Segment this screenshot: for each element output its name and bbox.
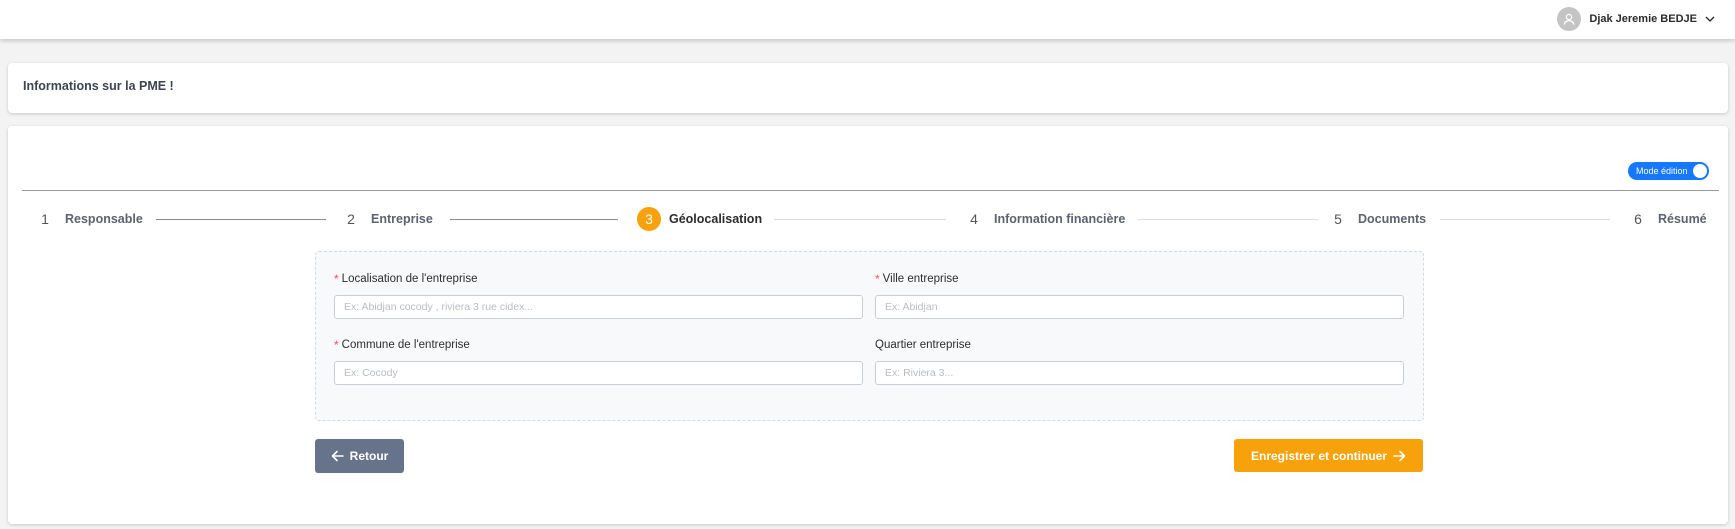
geolocation-form: * Localisation de l'entreprise * Ville e… bbox=[315, 251, 1424, 421]
edit-mode-toggle[interactable]: Mode édition bbox=[1628, 162, 1709, 180]
step-connector bbox=[156, 219, 326, 220]
quartier-input[interactable] bbox=[875, 361, 1404, 385]
step-label: Responsable bbox=[65, 212, 143, 226]
step-responsable[interactable]: 1 Responsable bbox=[33, 206, 143, 232]
field-ville: * Ville entreprise bbox=[875, 271, 1405, 319]
step-label: Entreprise bbox=[371, 212, 433, 226]
step-connector bbox=[1138, 219, 1318, 220]
user-menu[interactable]: Djak Jeremie BEDJE bbox=[1557, 6, 1715, 32]
localisation-label: Localisation de l'entreprise bbox=[341, 273, 478, 285]
save-continue-button[interactable]: Enregistrer et continuer bbox=[1234, 439, 1423, 472]
commune-label: Commune de l'entreprise bbox=[341, 339, 470, 351]
step-number: 1 bbox=[33, 207, 57, 231]
localisation-input[interactable] bbox=[334, 295, 863, 319]
step-number: 3 bbox=[637, 207, 661, 231]
ville-label: Ville entreprise bbox=[882, 273, 959, 285]
commune-input[interactable] bbox=[334, 361, 863, 385]
arrow-right-icon bbox=[1393, 450, 1406, 461]
field-label: * Ville entreprise bbox=[875, 271, 1405, 287]
step-label: Géolocalisation bbox=[669, 212, 763, 226]
top-navbar: Djak Jeremie BEDJE bbox=[0, 0, 1735, 39]
save-continue-label: Enregistrer et continuer bbox=[1250, 448, 1388, 463]
edit-mode-label: Mode édition bbox=[1636, 166, 1688, 176]
stepper: 1 Responsable 2 Entreprise 3 Géolocalisa… bbox=[8, 206, 1728, 232]
form-card: Mode édition 1 Responsable 2 Entreprise … bbox=[8, 126, 1728, 524]
field-label: * Commune de l'entreprise bbox=[334, 337, 864, 353]
step-connector bbox=[774, 219, 946, 220]
field-localisation: * Localisation de l'entreprise bbox=[334, 271, 864, 319]
step-information-financiere[interactable]: 4 Information financière bbox=[962, 206, 1125, 232]
required-mark: * bbox=[875, 272, 880, 286]
required-mark: * bbox=[334, 338, 339, 352]
required-mark: * bbox=[334, 272, 339, 286]
chevron-down-icon[interactable] bbox=[1705, 14, 1715, 24]
back-button-label: Retour bbox=[349, 449, 389, 463]
step-resume[interactable]: 6 Résumé bbox=[1626, 206, 1707, 232]
quartier-label: Quartier entreprise bbox=[875, 339, 971, 351]
step-number: 4 bbox=[962, 207, 986, 231]
step-entreprise[interactable]: 2 Entreprise bbox=[339, 206, 433, 232]
step-connector bbox=[450, 219, 618, 220]
page-header-card: Informations sur la PME ! bbox=[8, 63, 1728, 113]
ville-input[interactable] bbox=[875, 295, 1404, 319]
step-number: 2 bbox=[339, 207, 363, 231]
page-title: Informations sur la PME ! bbox=[23, 79, 174, 93]
field-label: Quartier entreprise bbox=[875, 337, 1405, 353]
field-commune: * Commune de l'entreprise bbox=[334, 337, 864, 385]
divider bbox=[22, 190, 1719, 191]
user-icon[interactable] bbox=[1557, 7, 1582, 31]
step-geolocalisation[interactable]: 3 Géolocalisation bbox=[637, 206, 762, 232]
arrow-left-icon bbox=[331, 450, 344, 462]
step-label: Information financière bbox=[994, 212, 1126, 226]
step-connector bbox=[1440, 219, 1610, 220]
field-quartier: Quartier entreprise bbox=[875, 337, 1405, 385]
step-documents[interactable]: 5 Documents bbox=[1326, 206, 1426, 232]
step-label: Résumé bbox=[1658, 212, 1707, 226]
user-name[interactable]: Djak Jeremie BEDJE bbox=[1589, 13, 1697, 25]
back-button[interactable]: Retour bbox=[315, 439, 404, 473]
toggle-knob[interactable] bbox=[1693, 164, 1707, 178]
step-number: 6 bbox=[1626, 207, 1650, 231]
step-label: Documents bbox=[1358, 212, 1427, 226]
step-number: 5 bbox=[1326, 207, 1350, 231]
field-label: * Localisation de l'entreprise bbox=[334, 271, 864, 287]
